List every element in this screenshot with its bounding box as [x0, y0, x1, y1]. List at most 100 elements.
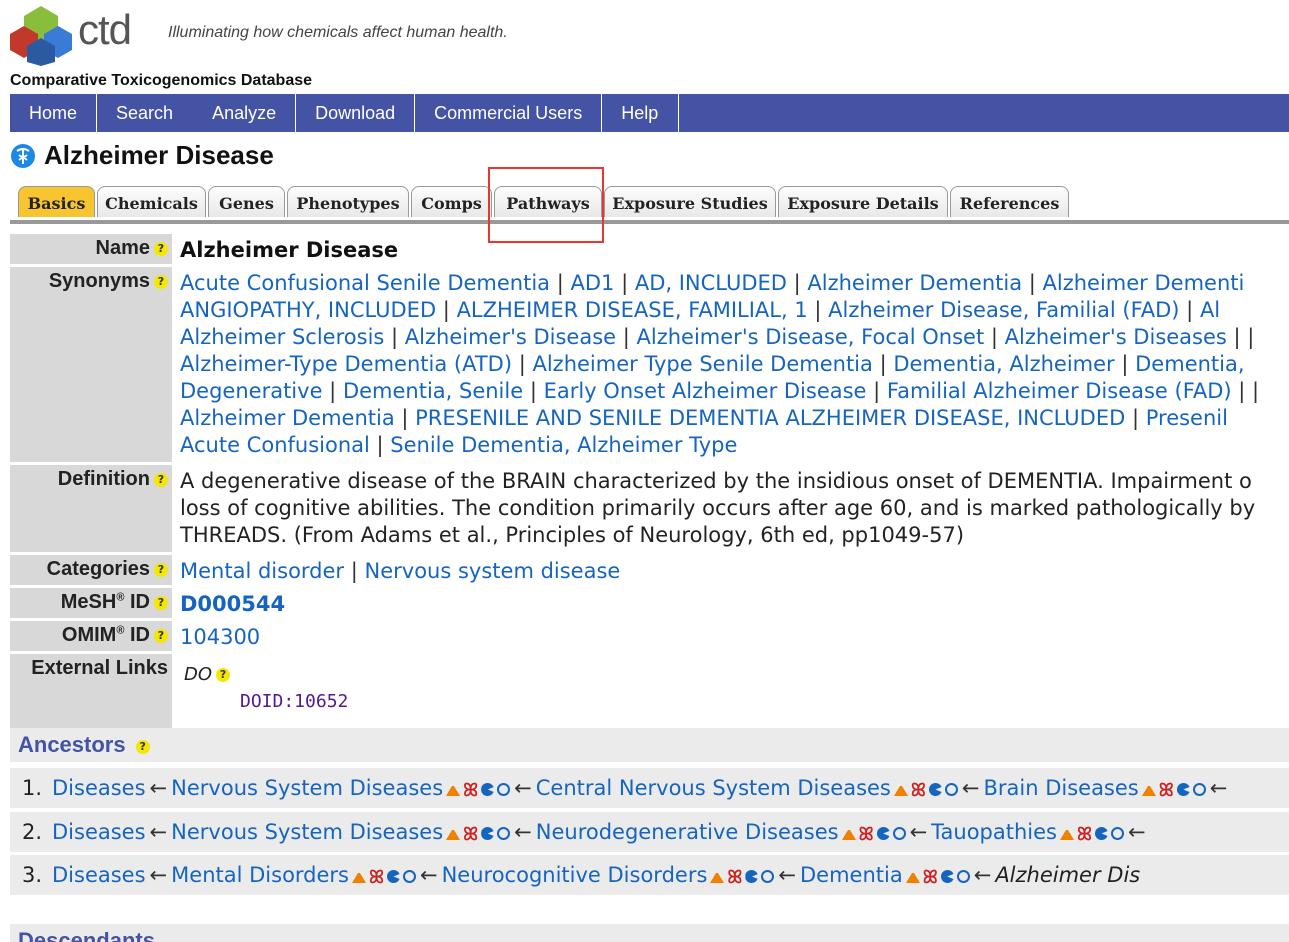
- chemical-flask-icon[interactable]: [1060, 830, 1074, 840]
- ancestor-link[interactable]: Dementia: [800, 863, 903, 887]
- help-icon[interactable]: ?: [154, 596, 168, 610]
- tab-genes[interactable]: Genes: [208, 186, 285, 217]
- synonym-link[interactable]: AD, INCLUDED: [635, 271, 787, 295]
- synonym-link[interactable]: Alzheimer's Disease: [405, 325, 616, 349]
- gene-dna-icon[interactable]: ꕤ: [1077, 815, 1092, 845]
- pathway-network-icon[interactable]: [402, 870, 416, 883]
- chemical-flask-icon[interactable]: [893, 786, 908, 796]
- synonym-link[interactable]: Alzheimer Disease, Familial (FAD): [828, 298, 1179, 322]
- pathway-network-icon[interactable]: [1110, 827, 1124, 840]
- synonym-link[interactable]: Dementia, Senile: [343, 379, 523, 403]
- gene-dna-icon[interactable]: ꕤ: [463, 771, 478, 801]
- synonym-link[interactable]: Acute Confusional: [180, 433, 370, 457]
- phenotype-icon[interactable]: [940, 870, 954, 883]
- ancestor-link[interactable]: Mental Disorders: [171, 863, 349, 887]
- ancestor-link[interactable]: Nervous System Diseases: [171, 820, 443, 844]
- synonym-link[interactable]: Acute Confusional Senile Dementia: [180, 271, 550, 295]
- pathway-network-icon[interactable]: [892, 827, 906, 840]
- gene-dna-icon[interactable]: ꕤ: [911, 771, 926, 801]
- pathway-network-icon[interactable]: [497, 783, 511, 796]
- synonym-link[interactable]: PRESENILE AND SENILE DEMENTIA ALZHEIMER …: [415, 406, 1125, 430]
- category-link[interactable]: Nervous system disease: [365, 559, 621, 583]
- tab-basics[interactable]: Basics: [18, 186, 95, 217]
- tab-chemicals[interactable]: Chemicals: [97, 186, 206, 217]
- tab-exposure-details[interactable]: Exposure Details: [778, 186, 948, 217]
- synonym-link[interactable]: Dementia,: [1135, 352, 1244, 376]
- gene-dna-icon[interactable]: ꕤ: [923, 858, 938, 888]
- nav-search[interactable]: Search: [97, 94, 193, 132]
- gene-dna-icon[interactable]: ꕤ: [859, 815, 874, 845]
- help-icon[interactable]: ?: [154, 563, 168, 577]
- synonym-link[interactable]: Senile Dementia, Alzheimer Type: [390, 433, 737, 457]
- chemical-flask-icon[interactable]: [1141, 786, 1156, 796]
- phenotype-icon[interactable]: [928, 783, 942, 796]
- mesh-id-link[interactable]: D000544: [180, 592, 285, 616]
- ancestor-link[interactable]: Neurocognitive Disorders: [442, 863, 708, 887]
- phenotype-icon[interactable]: [876, 827, 890, 840]
- chemical-flask-icon[interactable]: [841, 830, 856, 840]
- pathway-network-icon[interactable]: [956, 870, 970, 883]
- gene-dna-icon[interactable]: ꕤ: [727, 858, 742, 888]
- synonym-link[interactable]: Degenerative: [180, 379, 323, 403]
- chemical-flask-icon[interactable]: [710, 873, 725, 883]
- ancestor-link[interactable]: Diseases: [52, 863, 146, 887]
- synonym-link[interactable]: ALZHEIMER DISEASE, FAMILIAL, 1: [457, 298, 808, 322]
- ancestor-link[interactable]: Diseases: [52, 820, 146, 844]
- category-link[interactable]: Mental disorder: [180, 559, 344, 583]
- synonym-link[interactable]: Alzheimer Type Senile Dementia: [532, 352, 872, 376]
- logo-text[interactable]: ctd: [78, 6, 132, 54]
- ancestor-link[interactable]: Neurodegenerative Diseases: [536, 820, 839, 844]
- chemical-flask-icon[interactable]: [446, 786, 461, 796]
- phenotype-icon[interactable]: [1176, 783, 1190, 796]
- ancestor-link[interactable]: Nervous System Diseases: [171, 776, 443, 800]
- pathway-network-icon[interactable]: [761, 870, 775, 883]
- doid-link[interactable]: DOID:10652: [240, 688, 1289, 715]
- tab-comps[interactable]: Comps: [411, 186, 492, 217]
- chemical-flask-icon[interactable]: [446, 830, 461, 840]
- synonym-link[interactable]: Alzheimer Dementia: [807, 271, 1022, 295]
- nav-analyze[interactable]: Analyze: [193, 94, 297, 132]
- synonym-link[interactable]: Dementia, Alzheimer: [893, 352, 1114, 376]
- synonym-link[interactable]: Alzheimer's Diseases: [1005, 325, 1227, 349]
- synonym-link[interactable]: Alzheimer-Type Dementia (ATD): [180, 352, 512, 376]
- help-icon[interactable]: ?: [216, 668, 231, 682]
- phenotype-icon[interactable]: [386, 870, 400, 883]
- tab-exposure-studies[interactable]: Exposure Studies: [604, 186, 776, 217]
- ancestor-link[interactable]: Diseases: [52, 776, 146, 800]
- nav-commercial-users[interactable]: Commercial Users: [415, 94, 603, 132]
- chemical-flask-icon[interactable]: [905, 873, 920, 883]
- phenotype-icon[interactable]: [481, 783, 495, 796]
- help-icon[interactable]: ?: [154, 629, 168, 643]
- omim-id-link[interactable]: 104300: [180, 625, 260, 649]
- ancestor-link[interactable]: Central Nervous System Diseases: [536, 776, 891, 800]
- help-icon[interactable]: ?: [154, 275, 168, 289]
- phenotype-icon[interactable]: [1094, 827, 1108, 840]
- phenotype-icon[interactable]: [481, 827, 495, 840]
- gene-dna-icon[interactable]: ꕤ: [463, 815, 478, 845]
- pathway-network-icon[interactable]: [944, 783, 958, 796]
- tab-references[interactable]: References: [950, 186, 1069, 217]
- chemical-flask-icon[interactable]: [352, 873, 366, 883]
- phenotype-icon[interactable]: [745, 870, 759, 883]
- synonym-link[interactable]: Alzheimer Sclerosis: [180, 325, 384, 349]
- pathway-network-icon[interactable]: [1192, 783, 1206, 796]
- descendants-title[interactable]: Descendants: [18, 928, 155, 942]
- synonym-link[interactable]: Familial Alzheimer Disease (FAD): [887, 379, 1232, 403]
- nav-home[interactable]: Home: [10, 94, 98, 132]
- ancestors-title[interactable]: Ancestors ?: [18, 732, 150, 758]
- nav-download[interactable]: Download: [296, 94, 416, 132]
- ancestor-link[interactable]: Tauopathies: [931, 820, 1057, 844]
- help-icon[interactable]: ?: [135, 740, 150, 754]
- tab-phenotypes[interactable]: Phenotypes: [287, 186, 409, 217]
- help-icon[interactable]: ?: [154, 242, 168, 256]
- ctd-logo-icon[interactable]: [10, 4, 72, 66]
- help-icon[interactable]: ?: [154, 473, 168, 487]
- pathway-network-icon[interactable]: [497, 827, 511, 840]
- synonym-link[interactable]: ANGIOPATHY, INCLUDED: [180, 298, 436, 322]
- synonym-link[interactable]: Presenil: [1146, 406, 1228, 430]
- gene-dna-icon[interactable]: ꕤ: [1159, 771, 1174, 801]
- gene-dna-icon[interactable]: ꕤ: [369, 858, 384, 888]
- ancestor-link[interactable]: Brain Diseases: [983, 776, 1138, 800]
- synonym-link[interactable]: Alzheimer Dementi: [1043, 271, 1245, 295]
- synonym-link[interactable]: Alzheimer's Disease, Focal Onset: [637, 325, 985, 349]
